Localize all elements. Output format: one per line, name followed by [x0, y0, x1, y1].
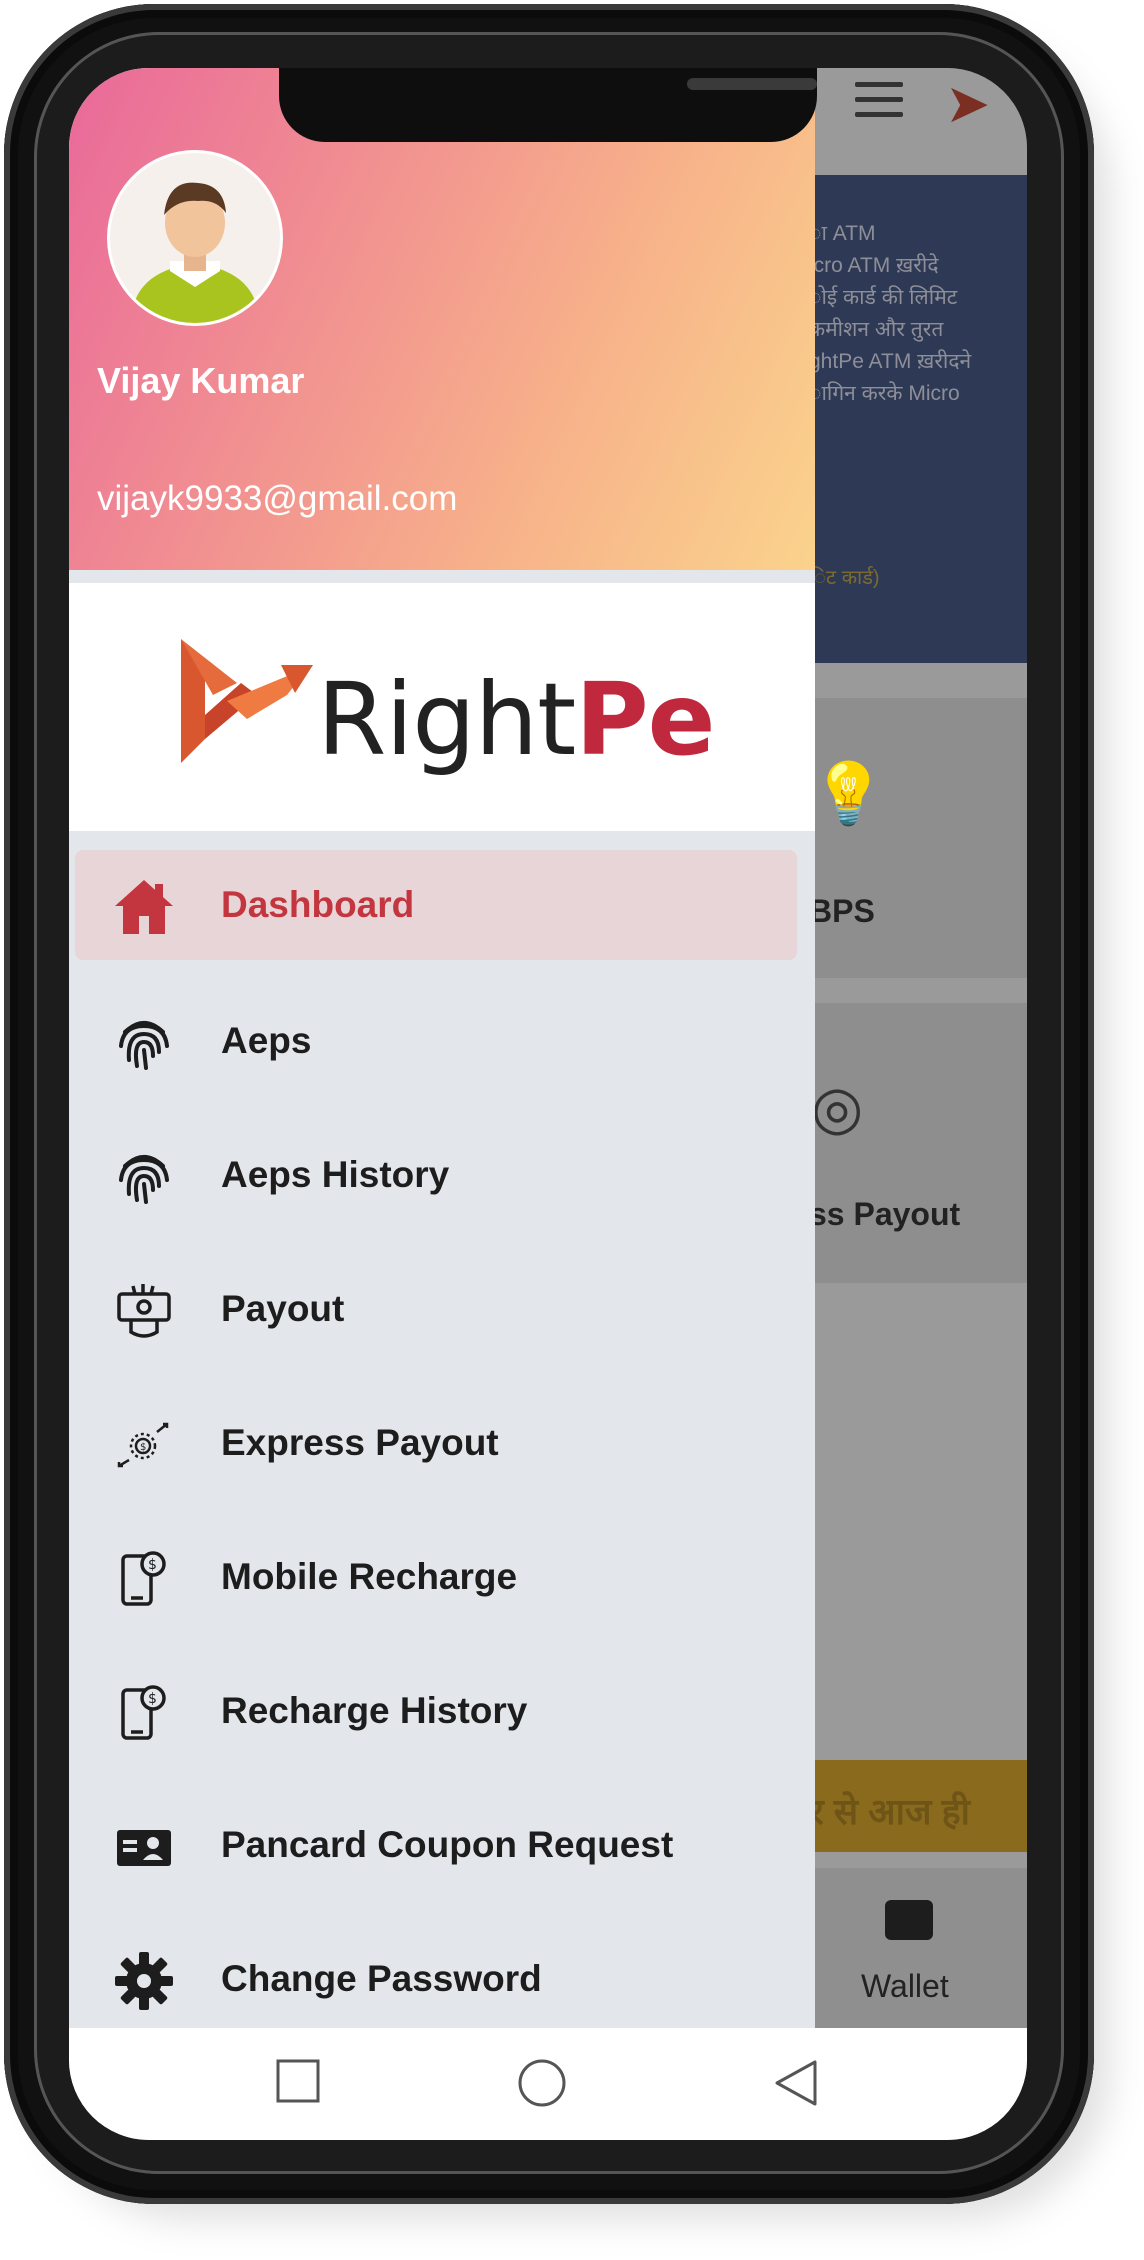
wallet-label: Wallet — [861, 1968, 949, 2004]
phone-mockup: ➤ ा ATM icro ATM ख़रीदे ोई कार्ड की लिमि… — [0, 0, 1144, 2260]
id-card-icon — [117, 1830, 171, 1866]
menu-label: Express Payout — [221, 1422, 499, 1463]
bbps-card — [789, 698, 1027, 978]
drawer-header: Vijay Kumar vijayk9933@gmail.com — [69, 68, 815, 570]
menu-item-change-password[interactable]: Change Password — [75, 1924, 797, 2034]
menu-label: Mobile Recharge — [221, 1556, 518, 1597]
recent-apps-icon[interactable] — [275, 2058, 321, 2104]
fingerprint-icon — [119, 1155, 169, 1204]
logo-text-right: Right — [317, 661, 576, 778]
banner-line: कमीशन और तुरत — [809, 318, 944, 341]
banner-line: ागिन करके Micro — [809, 382, 960, 405]
coin-transfer-icon: ◎ — [811, 1074, 864, 1141]
avatar[interactable] — [107, 150, 283, 326]
coin-transfer-icon: $ — [117, 1422, 169, 1468]
banner-line: ोई कार्ड की लिमिट — [809, 286, 958, 309]
user-name: Vijay Kumar — [97, 360, 305, 401]
banner-line: icro ATM ख़रीदे — [809, 254, 939, 277]
menu-label: Payout — [221, 1288, 345, 1329]
user-avatar-icon — [133, 182, 257, 323]
menu-label: Pancard Coupon Request — [221, 1824, 674, 1865]
svg-text:$: $ — [148, 1557, 157, 1573]
banner-line: ा ATM — [809, 222, 876, 245]
brand-logo-area: RightPe — [69, 583, 815, 831]
menu-item-aeps-history[interactable]: Aeps History — [75, 1120, 797, 1230]
mobile-dollar-icon: $ — [121, 1551, 166, 1606]
express-payout-card-label: ss Payout — [809, 1196, 961, 1232]
menu-item-dashboard[interactable]: Dashboard — [75, 850, 797, 960]
hamburger-menu-icon — [855, 82, 903, 122]
wallet-icon — [885, 1900, 933, 1940]
banner-line: ghtPe ATM ख़रीदने — [809, 350, 972, 373]
svg-text:$: $ — [140, 1442, 146, 1453]
menu-item-mobile-recharge[interactable]: $ Mobile Recharge — [75, 1522, 797, 1632]
app-logo-icon: ➤ — [945, 74, 991, 134]
banner-note: िट कार्ड) — [809, 567, 880, 589]
svg-text:$: $ — [148, 1691, 157, 1707]
menu-label: Aeps — [221, 1020, 312, 1061]
phone-screen: ➤ ा ATM icro ATM ख़रीदे ोई कार्ड की लिमि… — [69, 68, 1027, 2140]
speaker-grille — [687, 78, 817, 90]
navigation-drawer: Vijay Kumar vijayk9933@gmail.com RightPe — [69, 68, 815, 2028]
menu-item-pancard-coupon-request[interactable]: Pancard Coupon Request — [75, 1790, 797, 1900]
logo-text-pe: Pe — [575, 661, 715, 778]
express-payout-card — [789, 1003, 1027, 1283]
bbps-card-label: BPS — [809, 893, 875, 929]
mobile-dollar-icon: $ — [121, 1685, 166, 1740]
bulb-icon: 💡 — [811, 760, 886, 827]
menu-label: Dashboard — [221, 884, 415, 925]
home-icon — [115, 880, 173, 934]
system-navigation-bar — [69, 2028, 1027, 2140]
offer-strip-text: र से आज ही — [809, 1791, 971, 1832]
brand-logo-text: RightPe — [317, 661, 715, 778]
user-email: vijayk9933@gmail.com — [97, 479, 458, 518]
promo-banner-text: ा ATM icro ATM ख़रीदे ोई कार्ड की लिमिट … — [809, 218, 999, 410]
fingerprint-icon — [119, 1021, 169, 1070]
menu-item-express-payout[interactable]: $ Express Payout — [75, 1388, 797, 1498]
back-button-icon[interactable] — [773, 2058, 819, 2108]
money-hand-icon — [117, 1284, 171, 1338]
menu-item-aeps[interactable]: Aeps — [75, 986, 797, 1096]
menu-item-recharge-history[interactable]: $ Recharge History — [75, 1656, 797, 1766]
phone-notch — [279, 68, 817, 142]
menu-label: Recharge History — [221, 1690, 528, 1731]
home-button-icon[interactable] — [517, 2058, 567, 2108]
menu-label: Change Password — [221, 1958, 542, 1999]
menu-label: Aeps History — [221, 1154, 450, 1195]
menu-item-payout[interactable]: Payout — [75, 1254, 797, 1364]
rightpe-logo-icon — [181, 639, 313, 763]
gear-icon — [115, 1952, 173, 2010]
